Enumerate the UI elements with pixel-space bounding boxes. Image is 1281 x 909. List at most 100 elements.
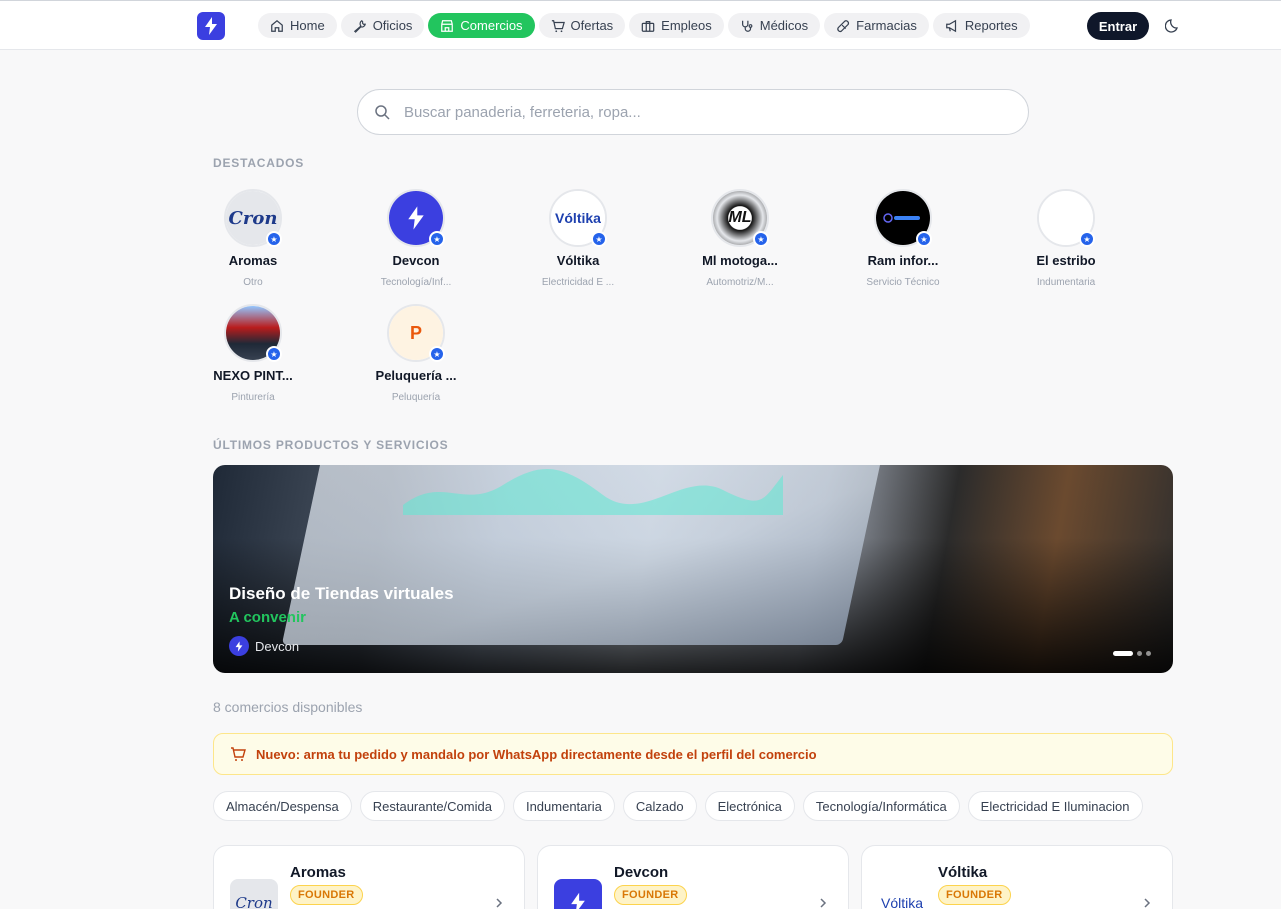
- avatar: ★: [387, 189, 445, 247]
- avatar: Vóltika ★: [549, 189, 607, 247]
- avatar: ML ★: [711, 189, 769, 247]
- featured-item-nexo[interactable]: ★ NEXO PINT... Pinturería: [193, 304, 313, 403]
- nav-ofertas-label: Ofertas: [570, 18, 614, 33]
- founder-badge: FOUNDER: [614, 885, 687, 905]
- star-badge-icon: ★: [266, 346, 282, 362]
- nav-comercios[interactable]: Comercios: [428, 13, 535, 38]
- featured-name: Vóltika: [556, 253, 600, 268]
- notice-text: Nuevo: arma tu pedido y mandalo por What…: [256, 746, 817, 762]
- star-badge-icon: ★: [753, 231, 769, 247]
- chevron-right-icon: [820, 898, 827, 908]
- featured-category: Pinturería: [231, 392, 275, 403]
- business-name: Vóltika: [938, 864, 988, 881]
- chevron-right-icon: [496, 898, 503, 908]
- nav-empleos[interactable]: Empleos: [629, 13, 724, 38]
- category-chip[interactable]: Restaurante/Comida: [359, 791, 505, 821]
- carousel-dot-1[interactable]: [1113, 651, 1133, 656]
- nav-farmacias[interactable]: Farmacias: [824, 13, 929, 38]
- banner-owner-name: Devcon: [255, 638, 300, 654]
- nav-reportes[interactable]: Reportes: [932, 13, 1030, 38]
- business-card-devcon[interactable]: Devcon FOUNDER: [537, 845, 849, 909]
- ram-mark-icon: [883, 213, 920, 223]
- main-nav: Home Oficios Comercios Ofertas Empleos M…: [258, 13, 1030, 38]
- banner-owner[interactable]: Devcon: [229, 636, 299, 656]
- category-chip[interactable]: Tecnología/Informática: [802, 791, 960, 821]
- search-input[interactable]: [404, 103, 964, 121]
- chevron-right-icon: [1144, 898, 1151, 908]
- founder-badge: FOUNDER: [290, 885, 363, 905]
- nav-reportes-label: Reportes: [964, 18, 1018, 33]
- bolt-icon: [571, 892, 585, 909]
- star-badge-icon: ★: [266, 231, 282, 247]
- featured-item-ml-motoga[interactable]: ML ★ Ml motoga... Automotriz/M...: [680, 189, 800, 288]
- featured-item-devcon[interactable]: ★ Devcon Tecnología/Inf...: [356, 189, 476, 288]
- app-logo[interactable]: [197, 12, 225, 40]
- avatar: ★: [874, 189, 932, 247]
- founder-badge: FOUNDER: [938, 885, 1011, 905]
- star-badge-icon: ★: [591, 231, 607, 247]
- avatar: Cron ★: [224, 189, 282, 247]
- latest-title: ÚLTIMOS PRODUCTOS Y SERVICIOS: [213, 438, 449, 452]
- search-bar[interactable]: [357, 89, 1029, 135]
- carousel-dot-2[interactable]: [1137, 651, 1142, 656]
- featured-category: Automotriz/M...: [706, 277, 774, 288]
- nav-farmacias-label: Farmacias: [856, 18, 917, 33]
- briefcase-icon: [641, 20, 655, 32]
- banner-title: Diseño de Tiendas virtuales: [229, 584, 454, 603]
- featured-name: El estribo: [1036, 253, 1096, 268]
- category-chip[interactable]: Electricidad E Iluminacion: [967, 791, 1143, 821]
- featured-category: Indumentaria: [1036, 277, 1096, 288]
- featured-name: Peluquería ...: [375, 368, 457, 383]
- nav-home[interactable]: Home: [258, 13, 337, 38]
- business-thumbnail: Vóltika: [878, 879, 926, 909]
- featured-category: Peluquería: [391, 392, 441, 403]
- star-badge-icon: ★: [429, 346, 445, 362]
- featured-category: Otro: [243, 277, 263, 288]
- featured-item-ram[interactable]: ★ Ram infor... Servicio Técnico: [843, 189, 963, 288]
- pill-icon: [837, 19, 850, 32]
- banner-price: A convenir: [229, 609, 306, 626]
- nav-comercios-label: Comercios: [460, 18, 523, 33]
- category-chip[interactable]: Calzado: [622, 791, 697, 821]
- featured-category: Tecnología/Inf...: [380, 277, 452, 288]
- wrench-icon: [353, 19, 366, 33]
- megaphone-icon: [945, 19, 956, 32]
- cart-icon: [551, 19, 565, 32]
- nav-home-label: Home: [290, 18, 325, 33]
- carousel-dot-3[interactable]: [1146, 651, 1151, 656]
- business-count: 8 comercios disponibles: [213, 699, 363, 715]
- moon-icon[interactable]: [1165, 18, 1181, 34]
- nav-oficios[interactable]: Oficios: [340, 13, 425, 38]
- category-chip[interactable]: Almacén/Despensa: [213, 791, 352, 821]
- category-chip[interactable]: Indumentaria: [512, 791, 615, 821]
- featured-category: Servicio Técnico: [866, 277, 940, 288]
- featured-name: Ram infor...: [867, 253, 939, 268]
- business-thumbnail: [554, 879, 602, 909]
- featured-name: Devcon: [392, 253, 440, 268]
- product-carousel[interactable]: Diseño de Tiendas virtuales A convenir D…: [213, 465, 1173, 673]
- home-icon: [271, 19, 283, 32]
- featured-category: Electricidad E ...: [541, 277, 615, 288]
- featured-item-voltika[interactable]: Vóltika ★ Vóltika Electricidad E ...: [518, 189, 638, 288]
- featured-item-aromas[interactable]: Cron ★ Aromas Otro: [193, 189, 313, 288]
- star-badge-icon: ★: [916, 231, 932, 247]
- business-card-aromas[interactable]: Cron Aromas FOUNDER: [213, 845, 525, 909]
- bolt-icon: [235, 640, 243, 652]
- nav-empleos-label: Empleos: [661, 18, 712, 33]
- featured-item-peluqueria[interactable]: P ★ Peluquería ... Peluquería: [356, 304, 476, 403]
- featured-title: DESTACADOS: [213, 156, 305, 170]
- bolt-icon: [205, 17, 217, 35]
- featured-name: Aromas: [228, 253, 278, 268]
- nav-medicos[interactable]: Médicos: [727, 13, 821, 38]
- business-card-voltika[interactable]: Vóltika Vóltika FOUNDER: [861, 845, 1173, 909]
- carousel-dots: [1113, 651, 1151, 656]
- business-name: Devcon: [614, 864, 669, 881]
- bolt-icon: [408, 206, 424, 230]
- category-chip[interactable]: Electrónica: [704, 791, 795, 821]
- category-filters: Almacén/Despensa Restaurante/Comida Indu…: [213, 791, 1143, 821]
- stethoscope-icon: [741, 20, 753, 32]
- featured-item-el-estribo[interactable]: ★ El estribo Indumentaria: [1006, 189, 1126, 288]
- nav-ofertas[interactable]: Ofertas: [538, 13, 626, 38]
- login-button[interactable]: Entrar: [1087, 12, 1149, 40]
- search-icon: [375, 105, 390, 120]
